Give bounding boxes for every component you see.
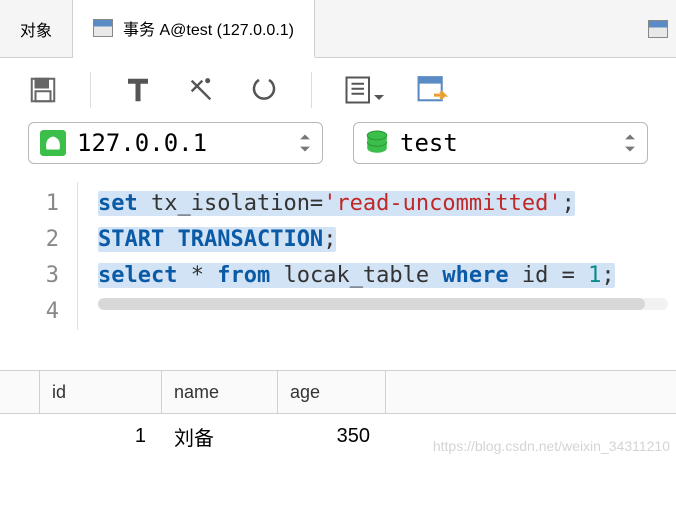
line-number: 1 [0,186,59,222]
tab-label: 事务 A@test (127.0.0.1) [123,16,294,40]
code-line: select * from locak_table where id = 1; [98,258,668,294]
explain-button[interactable] [344,74,384,106]
connection-row: 127.0.0.1 test [0,122,676,182]
tab-label: 对象 [20,17,52,41]
results-panel: id name age 1 刘备 350 https://blog.csdn.n… [0,370,676,458]
line-number: 2 [0,222,59,258]
horizontal-scrollbar[interactable] [98,298,668,310]
results-header: id name age [0,370,676,414]
build-button[interactable] [123,75,153,105]
divider [90,72,91,108]
navicat-icon [39,130,67,156]
row-handle[interactable] [0,414,40,458]
line-number: 4 [0,294,59,330]
code-line: START TRANSACTION; [98,222,668,258]
host-dropdown[interactable]: 127.0.0.1 [28,122,323,164]
tab-query-active[interactable]: 事务 A@test (127.0.0.1) [73,0,315,58]
cell-age[interactable]: 350 [278,425,386,448]
chevron-updown-icon [298,132,312,154]
cell-name[interactable]: 刘备 [162,422,278,451]
database-dropdown[interactable]: test [353,122,648,164]
code-wrap-button[interactable] [249,75,279,105]
line-gutter: 1 2 3 4 [0,182,78,330]
tab-bar: 对象 事务 A@test (127.0.0.1) [0,0,676,58]
table-icon [648,20,668,38]
watermark: https://blog.csdn.net/weixin_34311210 [433,438,670,454]
table-row[interactable]: 1 刘备 350 https://blog.csdn.net/weixin_34… [0,414,676,458]
row-handle-header [0,371,40,413]
column-header-age[interactable]: age [278,371,386,413]
scrollbar-thumb[interactable] [98,298,645,310]
chevron-updown-icon [623,132,637,154]
save-button[interactable] [28,75,58,105]
tab-overflow [315,0,676,57]
table-icon [93,19,113,37]
column-header-empty [386,371,676,413]
column-header-name[interactable]: name [162,371,278,413]
code-area[interactable]: set tx_isolation='read-uncommitted'; STA… [78,182,676,330]
divider [311,72,312,108]
code-line: set tx_isolation='read-uncommitted'; [98,186,668,222]
column-header-id[interactable]: id [40,371,162,413]
toolbar [0,58,676,122]
export-button[interactable] [416,74,452,106]
host-value: 127.0.0.1 [77,129,288,157]
sql-editor[interactable]: 1 2 3 4 set tx_isolation='read-uncommitt… [0,182,676,330]
beautify-button[interactable] [185,74,217,106]
tab-objects[interactable]: 对象 [0,0,73,57]
database-value: test [400,129,613,157]
line-number: 3 [0,258,59,294]
cell-id[interactable]: 1 [40,425,162,448]
database-icon [364,130,390,156]
